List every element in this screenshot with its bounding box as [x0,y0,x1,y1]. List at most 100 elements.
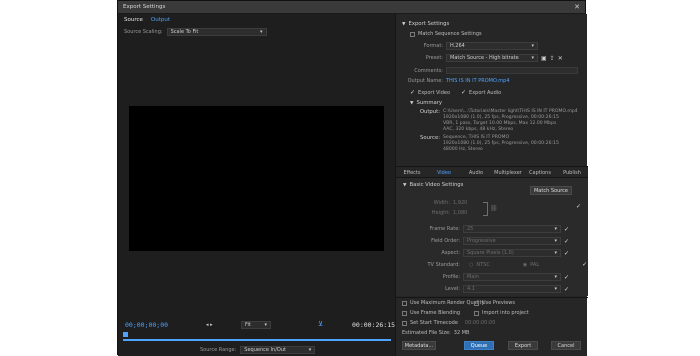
settings-pane: ▼ Export Settings Match Sequence Setting… [395,14,588,356]
profile-value: Main [467,274,479,280]
source-scaling-dropdown[interactable]: Scale To Fit ▾ [166,28,267,36]
export-settings-window: Export Settings ✕ Source Output Source S… [117,0,588,356]
field-order-dropdown[interactable]: Progressive ▾ [463,237,561,245]
import-preset-icon[interactable]: ⇪ [550,55,555,62]
preset-dropdown[interactable]: Match Source - High bitrate ▾ [446,54,538,62]
match-sequence-checkbox[interactable] [410,31,415,37]
comments-label: Comments: [414,67,443,74]
format-dropdown[interactable]: H.264 ▾ [446,42,538,50]
zoom-fit-dropdown[interactable]: Fit ▾ [241,321,271,329]
frame-rate-checkbox[interactable]: ✓ [564,226,569,233]
use-previews-label: Use Previews [482,300,515,306]
tab-effects[interactable]: Effects [396,167,428,177]
close-icon[interactable]: ✕ [574,3,580,11]
basic-video-heading: Basic Video Settings [409,182,464,188]
profile-checkbox[interactable]: ✓ [564,274,569,281]
ntsc-radio-icon[interactable]: ○ [469,262,473,268]
match-source-button[interactable]: Match Source [530,186,572,195]
level-dropdown[interactable]: 4.1 ▾ [463,285,561,293]
format-value: H.264 [450,43,465,49]
frame-blending-checkbox[interactable] [402,310,407,316]
tab-output[interactable]: Output [151,17,170,23]
divider [396,297,588,298]
source-range-dropdown[interactable]: Sequence In/Out ▾ [240,346,316,354]
title-bar: Export Settings ✕ [118,1,585,14]
chevron-down-icon: ▾ [554,274,557,280]
tab-multiplexer[interactable]: Multiplexer [492,167,524,177]
width-value[interactable]: 1,920 [453,200,467,206]
import-into-project-checkbox[interactable] [474,310,479,316]
frame-blending-label: Use Frame Blending [410,310,461,316]
export-audio-checkbox[interactable]: ✓ [461,89,466,96]
timecode-in[interactable]: 00;00;00;00 [125,321,168,329]
source-range-value: Sequence In/Out [244,347,286,353]
field-order-value: Progressive [467,238,496,244]
chevron-down-icon: ▾ [531,43,534,49]
metadata-button[interactable]: Metadata... [402,341,436,350]
video-settings-panel: ▼ Basic Video Settings Match Source Widt… [396,178,588,296]
chevron-down-icon: ▾ [554,238,557,244]
aspect-checkbox[interactable]: ✓ [564,250,569,257]
max-render-quality-checkbox[interactable] [402,300,407,306]
queue-button[interactable]: Queue [464,341,494,350]
tab-source[interactable]: Source [124,17,143,23]
chevron-down-icon: ▾ [554,250,557,256]
profile-dropdown[interactable]: Main ▾ [463,273,561,281]
chain-link-icon[interactable]: ⛓ [490,205,498,212]
export-video-checkbox[interactable]: ✓ [410,89,415,96]
timeline-scrubber[interactable] [123,339,391,341]
level-label: Level: [445,286,460,292]
comments-input[interactable] [446,67,578,74]
frame-rate-label: Frame Rate: [429,226,460,232]
collapse-triangle-icon[interactable]: ▼ [403,183,406,188]
save-preset-icon[interactable]: ▣ [541,55,547,62]
summary-heading: Summary [416,100,443,106]
field-order-checkbox[interactable]: ✓ [564,238,569,245]
collapse-triangle-icon[interactable]: ▼ [402,22,405,27]
tab-publish[interactable]: Publish [556,167,588,177]
delete-preset-icon[interactable]: ✕ [558,55,563,62]
export-button[interactable]: Export [508,341,538,350]
window-title: Export Settings [123,4,166,10]
chevron-down-icon: ▾ [264,322,267,328]
field-order-label: Field Order: [431,238,460,244]
summary-source-text: Sequence, THIS IS IT PROMO 1920x1080 (1.… [443,135,559,152]
size-match-checkbox[interactable]: ✓ [576,203,581,210]
aspect-value: Square Pixels (1.0) [467,250,514,256]
tv-standard-checkbox[interactable]: ✓ [582,261,587,268]
video-preview [129,106,384,251]
export-video-label: Export Video [418,89,450,96]
tab-captions[interactable]: Captions [524,167,556,177]
pal-label: PAL [530,261,540,268]
cancel-button[interactable]: Cancel [551,341,581,350]
width-label: Width: [433,200,450,206]
start-timecode-value[interactable]: 00:00:00:00 [465,320,496,326]
set-in-out-icon[interactable]: ⊻ [318,320,323,328]
tab-audio[interactable]: Audio [460,167,492,177]
settings-tabs: Effects Video Audio Multiplexer Captions… [396,166,588,178]
aspect-dropdown[interactable]: Square Pixels (1.0) ▾ [463,249,561,257]
collapse-triangle-icon[interactable]: ▼ [410,101,413,106]
playhead-handle[interactable] [123,332,128,337]
tab-video[interactable]: Video [428,167,460,177]
use-previews-checkbox[interactable] [474,300,479,306]
export-audio-label: Export Audio [469,89,502,96]
preview-pane: Source Output Source Scaling: Scale To F… [118,14,395,356]
pal-radio-icon[interactable]: ◉ [523,262,527,268]
output-name-label: Output Name: [407,78,443,84]
match-sequence-label: Match Sequence Settings [418,31,482,37]
level-checkbox[interactable]: ✓ [564,286,569,293]
output-name-link[interactable]: THIS IS IN IT PROMO.mp4 [446,78,510,84]
frame-rate-dropdown[interactable]: 25 ▾ [463,225,561,233]
zoom-fit-value: Fit [245,322,251,328]
mark-in-out-icons[interactable]: ◂ ▸ [206,322,213,328]
set-start-timecode-checkbox[interactable] [402,320,407,326]
preset-value: Match Source - High bitrate [450,55,519,61]
height-value[interactable]: 1,080 [453,210,467,216]
summary-output-text: C:\Users\...\Tutorials\Master light\THIS… [443,109,578,132]
summary-source-label: Source: [420,135,440,141]
chevron-down-icon: ▾ [531,55,534,61]
chevron-down-icon: ▾ [554,286,557,292]
file-size-value: 32 MB [453,330,470,336]
source-scaling-value: Scale To Fit [170,29,199,35]
